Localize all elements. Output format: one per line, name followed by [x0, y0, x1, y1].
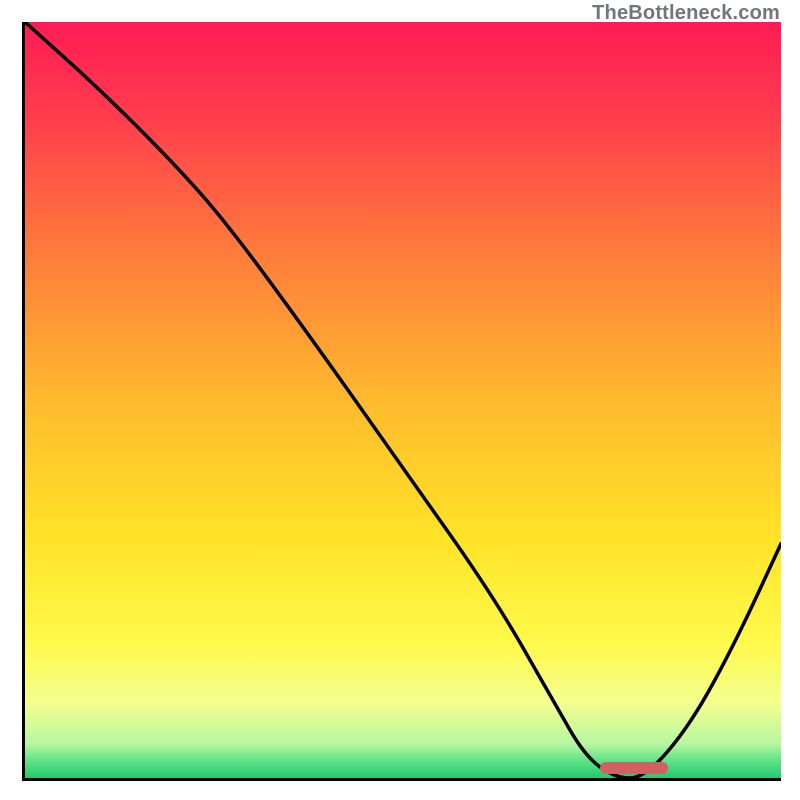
plot-area: [22, 22, 781, 781]
chart-root: TheBottleneck.com: [0, 0, 800, 800]
optimal-range-marker: [600, 762, 668, 774]
bottleneck-curve: [25, 22, 781, 778]
